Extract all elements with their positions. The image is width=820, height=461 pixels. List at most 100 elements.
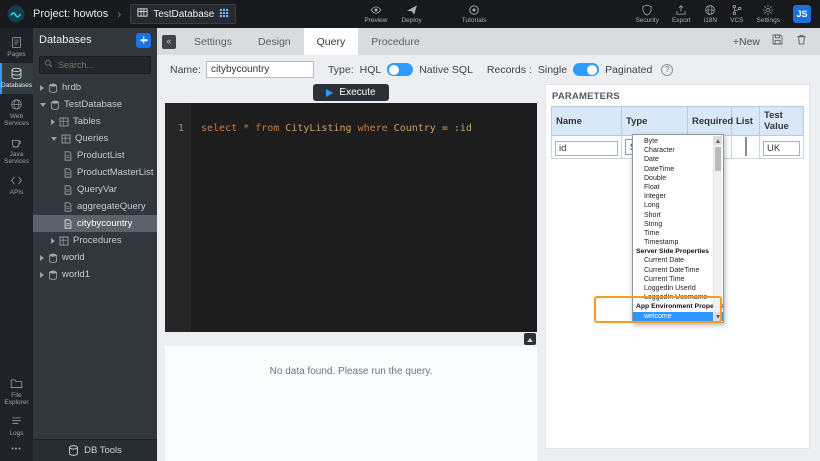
dropdown-scrollbar[interactable] [713, 136, 722, 321]
records-toggle[interactable] [573, 63, 599, 76]
param-test-value-input[interactable] [763, 141, 800, 156]
dropdown-option[interactable]: Float [633, 183, 723, 192]
scroll-down-icon[interactable] [714, 312, 722, 321]
records-option-single[interactable]: Single [538, 64, 567, 76]
type-dropdown-list: Byte Character Date DateTime Double Floa… [632, 134, 724, 323]
type-option-hql[interactable]: HQL [360, 64, 382, 76]
settings-button[interactable]: Settings [757, 4, 781, 24]
apis-icon [10, 174, 23, 187]
tab-query[interactable]: Query [304, 28, 359, 55]
tab-settings[interactable]: Settings [181, 28, 245, 55]
search-input[interactable] [39, 56, 151, 74]
rail-more-button[interactable]: ••• [0, 442, 33, 461]
deploy-icon [406, 4, 418, 16]
wavemaker-logo[interactable] [7, 5, 25, 23]
tree-item-productmasterlist[interactable]: ProductMasterList [33, 164, 157, 181]
dropdown-option[interactable]: Timestamp [633, 238, 723, 247]
preview-button[interactable]: Preview [364, 4, 387, 24]
tree-item-hrdb[interactable]: hrdb [33, 79, 157, 96]
help-icon[interactable]: ? [661, 64, 673, 76]
tree-item-queries[interactable]: Queries [33, 130, 157, 147]
save-icon [771, 33, 784, 46]
execute-button[interactable]: Execute [313, 84, 388, 101]
database-selector-value: TestDatabase [153, 9, 214, 20]
topbar: Project: howtos › TestDatabase Preview D… [0, 0, 820, 28]
dropdown-option[interactable]: Double [633, 174, 723, 183]
query-file-icon [63, 202, 73, 212]
more-icon: ••• [11, 446, 21, 453]
caret-collapsed-icon [40, 85, 44, 91]
tree-item-aggregatequery[interactable]: aggregateQuery [33, 198, 157, 215]
delete-button[interactable] [795, 33, 808, 51]
database-icon [48, 253, 58, 263]
editor-footer [165, 332, 537, 346]
workspace: Execute 1 select * from CityListing wher… [157, 84, 820, 461]
rail-item-databases[interactable]: Databases [0, 63, 33, 94]
dropdown-option[interactable]: DateTime [633, 165, 723, 174]
query-name-input[interactable] [206, 61, 314, 78]
list-checkbox[interactable] [745, 137, 747, 156]
user-avatar[interactable]: JS [793, 5, 811, 23]
rail-item-pages[interactable]: Pages [0, 32, 33, 63]
tree-item-citybycountry[interactable]: citybycountry [33, 215, 157, 232]
rail-item-file-explorer[interactable]: File Explorer [0, 373, 33, 411]
security-button[interactable]: Security [635, 4, 658, 24]
rail-item-web-services[interactable]: Web Services [0, 94, 33, 132]
name-label: Name: [170, 64, 201, 76]
toggle-knob [587, 65, 597, 75]
dropdown-option[interactable]: Integer [633, 192, 723, 201]
tree-item-testdatabase[interactable]: TestDatabase [33, 96, 157, 113]
dropdown-option-welcome[interactable]: welcome [633, 312, 723, 321]
tab-procedure[interactable]: Procedure [358, 28, 432, 55]
dropdown-option[interactable]: Short [633, 211, 723, 220]
preview-icon [370, 4, 382, 16]
add-database-button[interactable] [136, 33, 151, 48]
rail-item-apis[interactable]: APIs [0, 170, 33, 201]
collapse-results-icon[interactable] [524, 333, 536, 345]
dropdown-option[interactable]: Current Time [633, 275, 723, 284]
dropdown-option[interactable]: Character [633, 146, 723, 155]
type-toggle[interactable] [387, 63, 413, 76]
play-icon [326, 89, 333, 97]
rail-item-java-services[interactable]: Java Services [0, 132, 33, 170]
tutorials-button[interactable]: Tutorials [462, 4, 487, 24]
rail-item-logs[interactable]: Logs [0, 411, 33, 442]
scroll-up-icon[interactable] [714, 136, 722, 145]
databases-sidebar: Databases hrdb TestDatabase Tables [33, 28, 157, 461]
chevron-right-icon: › [117, 7, 121, 21]
save-button[interactable] [771, 33, 784, 51]
sql-editor[interactable]: 1 select * from CityListing where Countr… [165, 103, 537, 332]
dropdown-option[interactable]: Current Date [633, 256, 723, 265]
database-selector[interactable]: TestDatabase [130, 4, 236, 24]
dropdown-option[interactable]: LoggedIn Username [633, 293, 723, 302]
java-services-icon [10, 136, 23, 149]
dropdown-group-app-environment: App Environment Properties [633, 302, 723, 311]
tree-item-tables[interactable]: Tables [33, 113, 157, 130]
tree-item-productlist[interactable]: ProductList [33, 147, 157, 164]
dropdown-option[interactable]: Byte [633, 137, 723, 146]
tree-item-queryvar[interactable]: QueryVar [33, 181, 157, 198]
tree-item-world[interactable]: world [33, 249, 157, 266]
scrollbar-thumb[interactable] [715, 147, 721, 171]
vcs-button[interactable]: VCS [730, 4, 743, 24]
new-query-button[interactable]: +New [733, 36, 760, 48]
tree-item-world1[interactable]: world1 [33, 266, 157, 283]
dropdown-option[interactable]: Long [633, 201, 723, 210]
vcs-icon [731, 4, 743, 16]
dropdown-option[interactable]: LoggedIn UserId [633, 284, 723, 293]
i18n-button[interactable]: i18N [704, 4, 717, 24]
records-option-paginated[interactable]: Paginated [605, 64, 652, 76]
tree-item-procedures[interactable]: Procedures [33, 232, 157, 249]
collapse-panel-icon[interactable]: « [162, 35, 176, 49]
dropdown-option[interactable]: Current DateTime [633, 266, 723, 275]
type-option-nativesql[interactable]: Native SQL [419, 64, 473, 76]
deploy-button[interactable]: Deploy [401, 4, 421, 24]
column-list: List [732, 107, 760, 136]
export-button[interactable]: Export [672, 4, 691, 24]
tab-design[interactable]: Design [245, 28, 304, 55]
dropdown-option[interactable]: Time [633, 229, 723, 238]
dropdown-option[interactable]: String [633, 220, 723, 229]
dropdown-option[interactable]: Date [633, 155, 723, 164]
db-tools-button[interactable]: DB Tools [33, 439, 157, 461]
param-name-input[interactable] [555, 141, 618, 156]
